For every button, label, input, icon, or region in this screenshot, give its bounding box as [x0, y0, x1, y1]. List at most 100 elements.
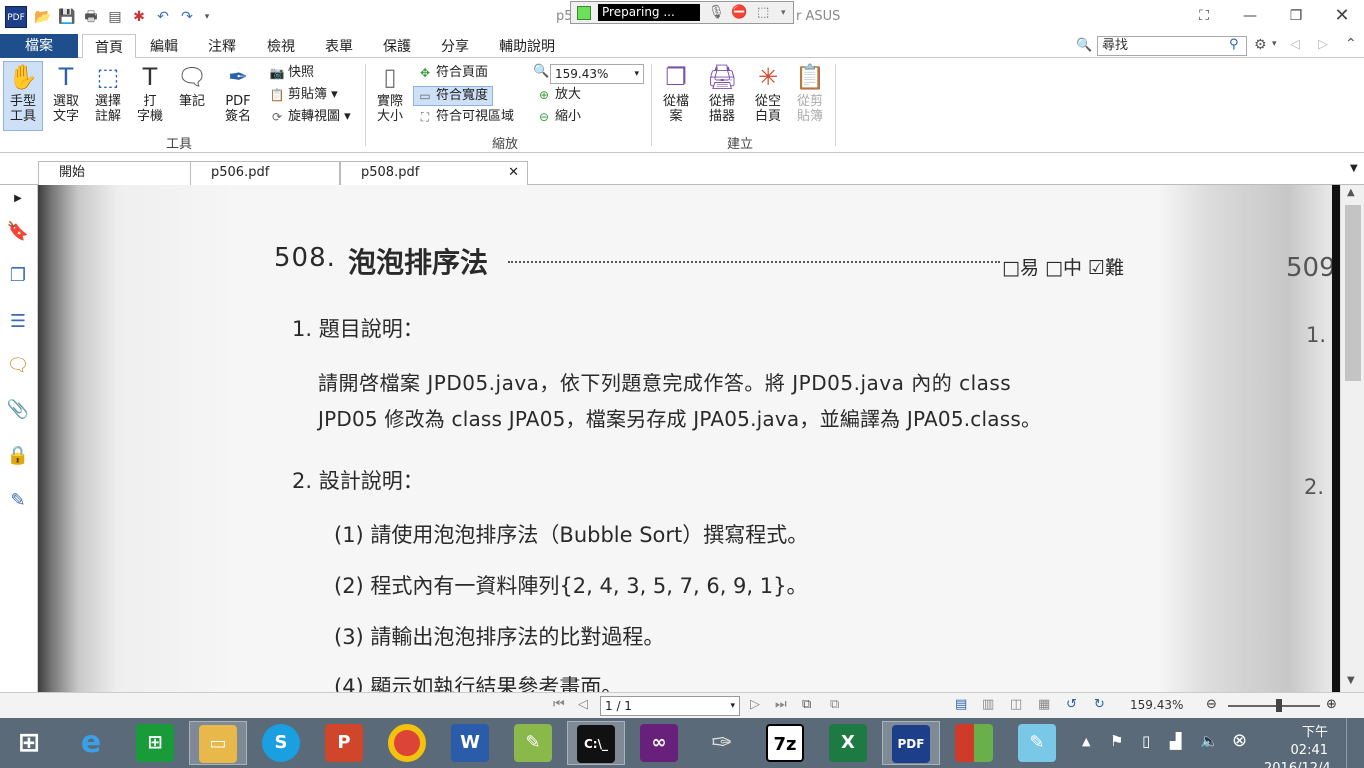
expand-pane-icon[interactable]: ▶: [5, 187, 31, 211]
feather-app-button[interactable]: ✑: [693, 721, 751, 765]
notification-close-icon[interactable]: ⊗: [1232, 730, 1247, 751]
taskbar-clock[interactable]: 下午 02:41 2016/12/4: [1264, 724, 1331, 768]
tab-form[interactable]: 表單: [325, 34, 353, 58]
notepad-plus-button[interactable]: ✎: [504, 721, 562, 765]
scroll-down-icon[interactable]: ▼: [1347, 675, 1355, 686]
create-blank-page-button[interactable]: ✳ 從空 白頁: [749, 62, 787, 124]
pages-icon[interactable]: ❐: [5, 264, 31, 288]
tab-edit[interactable]: 編輯: [150, 34, 178, 58]
new-icon[interactable]: ✱: [130, 8, 148, 26]
next-page-icon[interactable]: ▷: [750, 697, 760, 712]
chrome-button[interactable]: [378, 721, 436, 765]
scroll-thumb[interactable]: [1345, 205, 1361, 381]
visual-studio-button[interactable]: ∞: [630, 721, 688, 765]
single-page-icon[interactable]: ▤: [955, 697, 967, 712]
search-next-icon[interactable]: ▷: [1318, 37, 1328, 52]
battery-icon[interactable]: ▯: [1142, 732, 1150, 750]
actual-size-button[interactable]: ▯ 實際 大小: [372, 62, 408, 124]
clipboard-button[interactable]: 📋 剪貼簿 ▾: [268, 86, 338, 106]
undo-icon[interactable]: ↶: [154, 8, 172, 26]
start-button[interactable]: ⊞: [0, 721, 58, 765]
fit-page-button[interactable]: ✥ 符合頁面: [416, 64, 488, 84]
foxit-pdf-button[interactable]: PDF: [882, 721, 940, 765]
layers-icon[interactable]: ☰: [5, 310, 31, 334]
fit-visible-button[interactable]: ⛶ 符合可視區域: [416, 108, 514, 128]
zoom-out-button[interactable]: ⊖ 縮小: [535, 108, 581, 128]
command-prompt-button[interactable]: C:\_: [567, 721, 625, 765]
network-icon[interactable]: ▟: [1170, 732, 1182, 750]
create-from-file-button[interactable]: ❐ 從檔 案: [657, 62, 695, 124]
pdf-sign-button[interactable]: ✒ PDF 簽名: [215, 62, 261, 124]
open-icon[interactable]: 📂: [34, 8, 52, 26]
hand-tool-button[interactable]: ✋ 手型 工具: [3, 61, 43, 131]
tab-protect[interactable]: 保護: [383, 34, 411, 58]
properties-icon[interactable]: ▤: [106, 8, 124, 26]
search-input[interactable]: 尋找: [1097, 36, 1247, 56]
create-from-clipboard-button[interactable]: 📋 從剪 貼簿: [791, 62, 829, 124]
typewriter-button[interactable]: T 打 字機: [131, 62, 169, 124]
snapshot-button[interactable]: 📷 快照: [268, 64, 315, 84]
tab-list-dropdown-icon[interactable]: ▼: [1350, 163, 1358, 174]
rotate-left-icon[interactable]: ↺: [1066, 697, 1077, 712]
redo-icon[interactable]: ↷: [178, 8, 196, 26]
file-explorer-button[interactable]: ▭: [189, 721, 247, 765]
page-number-input[interactable]: 1 / 1 ▾: [600, 696, 740, 716]
powerpoint-button[interactable]: P: [315, 721, 373, 765]
print-icon[interactable]: 🖶: [82, 8, 100, 26]
search-icon[interactable]: ⚲: [1229, 37, 1239, 52]
scroll-up-icon[interactable]: ▲: [1347, 187, 1355, 198]
rotate-right-icon[interactable]: ↻: [1094, 697, 1105, 712]
tab-comment[interactable]: 注釋: [208, 34, 236, 58]
zoom-in-button[interactable]: ⊕ 放大: [535, 86, 581, 106]
select-annotation-button[interactable]: ⬚ 選擇 註解: [89, 62, 127, 124]
create-from-scanner-button[interactable]: 🖨 從掃 描器: [700, 62, 744, 124]
app-logo-icon[interactable]: PDF: [5, 6, 27, 28]
file-menu-tab[interactable]: 檔案: [0, 34, 78, 58]
save-icon[interactable]: 💾: [58, 8, 76, 26]
minimize-button[interactable]: —: [1238, 6, 1262, 26]
tab-share[interactable]: 分享: [441, 34, 469, 58]
ribbon-display-icon[interactable]: ⛶: [1192, 6, 1216, 26]
camera-off-icon[interactable]: ⛔: [731, 5, 747, 20]
find-folder-icon[interactable]: 🔍: [1076, 38, 1092, 53]
search-prev-icon[interactable]: ◁: [1290, 37, 1300, 52]
comments-icon[interactable]: 🗨: [5, 354, 31, 378]
zoom-slider[interactable]: [1228, 705, 1320, 707]
skype-button[interactable]: S: [252, 721, 310, 765]
word-button[interactable]: W: [441, 721, 499, 765]
bookmark-icon[interactable]: 🔖: [5, 220, 31, 244]
tab-help[interactable]: 輔助說明: [499, 34, 555, 58]
zoom-in-status-icon[interactable]: ⊕: [1326, 697, 1337, 712]
zoom-out-status-icon[interactable]: ⊖: [1206, 697, 1217, 712]
7zip-button[interactable]: 7z: [756, 721, 814, 765]
region-select-icon[interactable]: ⬚: [757, 5, 769, 20]
close-button[interactable]: ✕: [1330, 6, 1354, 26]
tray-expand-icon[interactable]: ▲: [1082, 735, 1090, 748]
tab-p508[interactable]: p508.pdf ✕: [340, 161, 528, 185]
expand-icon[interactable]: ⌃: [1345, 36, 1357, 52]
office-app-button[interactable]: [945, 721, 1003, 765]
tab-home[interactable]: 首頁: [82, 34, 136, 59]
signature-icon[interactable]: ✎: [5, 489, 31, 513]
fit-page-status-icon[interactable]: ⧉: [802, 697, 811, 712]
last-page-icon[interactable]: ⏭: [775, 697, 787, 712]
lock-icon[interactable]: 🔒: [5, 444, 31, 468]
note-button[interactable]: 🗨 筆記: [173, 62, 211, 109]
vertical-scrollbar[interactable]: ▲ ▼: [1340, 185, 1364, 692]
tab-view[interactable]: 檢視: [267, 34, 295, 58]
tab-p506[interactable]: p506.pdf: [190, 161, 340, 185]
settings-dropdown-icon[interactable]: ▾: [1272, 39, 1277, 49]
close-tab-icon[interactable]: ✕: [508, 162, 519, 184]
fit-width-button[interactable]: ▭ 符合寬度: [413, 86, 494, 106]
store-button[interactable]: ⊞: [126, 721, 184, 765]
volume-icon[interactable]: 🔈: [1200, 732, 1219, 750]
select-text-button[interactable]: T 選取 文字: [47, 62, 85, 124]
continuous-icon[interactable]: ▥: [982, 697, 994, 712]
flag-icon[interactable]: ⚑: [1110, 732, 1123, 750]
tab-start[interactable]: 開始: [38, 161, 194, 185]
zoom-slider-thumb[interactable]: [1276, 699, 1282, 712]
notepad-button[interactable]: ✎: [1008, 721, 1066, 765]
microphone-icon[interactable]: 🎙: [708, 5, 725, 20]
recorder-menu-icon[interactable]: ▾: [781, 8, 786, 18]
document-view[interactable]: 508. 泡泡排序法 □易 □中 ☑難 509 1. 題目說明： 請開啓檔案 J…: [38, 185, 1332, 692]
